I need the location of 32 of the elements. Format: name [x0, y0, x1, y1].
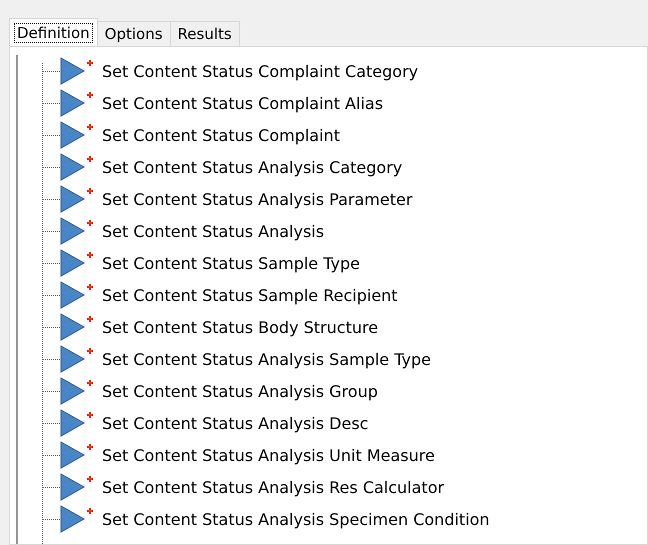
- tree-item[interactable]: Set Content Status Complaint Category: [102, 62, 418, 80]
- node-icon: [60, 281, 96, 309]
- node-icon: [60, 377, 96, 405]
- node-icon: [60, 505, 96, 533]
- tree-item[interactable]: Set Content Status Analysis Parameter: [102, 190, 412, 208]
- tree-item[interactable]: Set Content Status Sample Type: [102, 254, 360, 272]
- node-icon: [60, 89, 96, 117]
- node-icon: [60, 409, 96, 437]
- tree-item[interactable]: Set Content Status Analysis: [102, 222, 324, 240]
- tree-item[interactable]: Set Content Status Analysis Specimen Condition: [102, 510, 490, 528]
- tab[interactable]: Definition: [9, 18, 98, 46]
- tree-item[interactable]: Set Content Status Analysis Sample Type: [102, 350, 431, 368]
- node-icon: [60, 345, 96, 373]
- tree-item[interactable]: Set Content Status Analysis Res Calculator: [102, 478, 444, 496]
- tree-item[interactable]: Set Content Status Analysis Unit Measure: [102, 446, 435, 464]
- node-icon: [60, 153, 96, 181]
- node-icon: [60, 57, 96, 85]
- tree-item[interactable]: Set Content Status Complaint: [102, 126, 340, 144]
- tree-item[interactable]: Set Content Status Complaint Alias: [102, 94, 384, 112]
- node-icon: [60, 217, 96, 245]
- node-icon: [60, 313, 96, 341]
- node-icon: [60, 121, 96, 149]
- tree-item[interactable]: Set Content Status Analysis Category: [102, 158, 402, 176]
- tab[interactable]: Results: [170, 21, 240, 46]
- node-icon: [60, 249, 96, 277]
- tree-item[interactable]: Set Content Status Analysis Desc: [102, 414, 368, 432]
- node-icon: [60, 441, 96, 469]
- node-icon: [60, 473, 96, 501]
- tree-item[interactable]: Set Content Status Sample Recipient: [102, 286, 398, 304]
- node-icon: [60, 185, 96, 213]
- tree-item[interactable]: Set Content Status Analysis Group: [102, 382, 378, 400]
- tree-item[interactable]: Set Content Status Body Structure: [102, 318, 378, 336]
